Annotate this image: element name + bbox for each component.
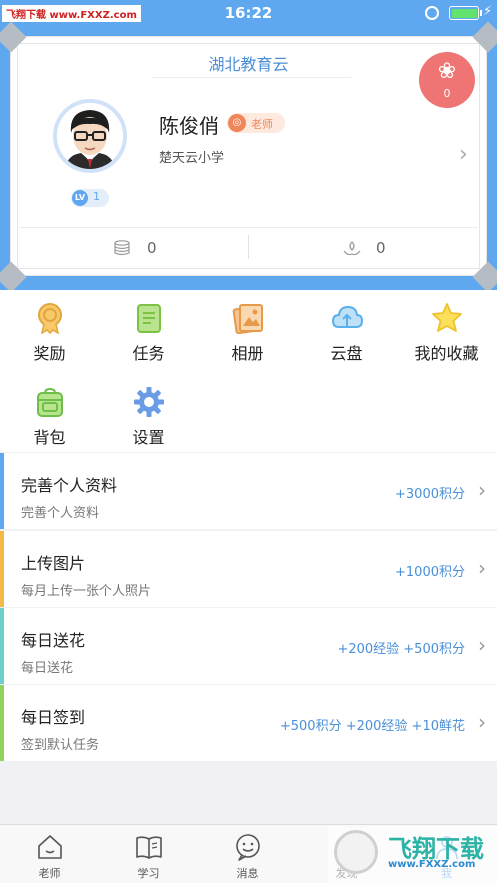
chevron-right-icon: › — [478, 710, 486, 734]
flower-badge[interactable]: ❀ 0 — [419, 52, 475, 108]
card-divider — [19, 227, 478, 228]
stat-divider — [248, 235, 249, 259]
menu-backpack-label: 背包 — [33, 428, 66, 447]
task-reward: +200经验 +500积分 — [337, 642, 465, 657]
star-icon — [431, 303, 462, 332]
task-subtitle: 签到默认任务 — [21, 738, 100, 753]
task-subtitle: 每日送花 — [21, 661, 74, 676]
menu-rewards[interactable]: 奖励 — [0, 294, 99, 364]
chat-bubble-icon — [235, 834, 260, 861]
task-subtitle: 完善个人资料 — [21, 506, 100, 521]
watermark-logo-icon — [334, 830, 378, 874]
chevron-right-icon: › — [478, 478, 486, 502]
menu-settings-label: 设置 — [132, 428, 165, 447]
task-row[interactable]: 每日送花 每日送花 +200经验 +500积分 › — [0, 608, 497, 684]
cloud-upload-icon — [331, 305, 363, 328]
chevron-right-icon: › — [478, 556, 486, 580]
menu-album[interactable]: 相册 — [198, 294, 297, 364]
feature-grid: 奖励 任务 相册 云盘 我的收藏 背包 设置 — [0, 290, 497, 452]
task-row[interactable]: 每日签到 签到默认任务 +500积分 +200经验 +10鲜花 › — [0, 685, 497, 761]
task-accent-bar — [0, 531, 4, 607]
menu-album-label: 相册 — [231, 344, 264, 363]
status-bar: 飞翔下载 www.FXXZ.com 16:22 ⚡ — [0, 0, 497, 26]
role-label: 老师 — [251, 118, 273, 131]
level-tag: LV — [72, 190, 88, 206]
medal-icon — [37, 303, 62, 334]
home-icon — [37, 835, 62, 859]
tab-study-label: 学习 — [137, 867, 160, 880]
menu-settings[interactable]: 设置 — [99, 378, 198, 448]
rotation-lock-icon — [425, 6, 439, 20]
task-title: 每日签到 — [21, 708, 86, 727]
level-badge: LV 1 — [71, 189, 109, 207]
task-reward: +3000积分 — [395, 487, 465, 502]
profile-card[interactable]: 湖北教育云 ❀ 0 LV 1 陈俊俏 ◎ 老师 楚天云小学 › 0 0 — [0, 21, 497, 293]
gear-icon — [133, 387, 164, 417]
task-accent-bar — [0, 608, 4, 684]
clipboard-icon — [136, 304, 161, 333]
avatar-icon — [57, 103, 123, 169]
menu-favorites[interactable]: 我的收藏 — [396, 294, 497, 364]
flower-icon: ❀ — [437, 59, 457, 84]
menu-backpack[interactable]: 背包 — [0, 378, 99, 448]
title-underline — [151, 77, 351, 78]
photo-album-icon — [232, 304, 263, 334]
task-accent-bar — [0, 453, 4, 529]
watermark-url: www.FXXZ.com — [388, 859, 476, 870]
status-time: 16:22 — [224, 4, 273, 22]
charging-icon: ⚡ — [483, 4, 493, 19]
flowers-received-count: 0 — [376, 239, 386, 257]
menu-tasks[interactable]: 任务 — [99, 294, 198, 364]
task-subtitle: 每月上传一张个人照片 — [21, 584, 152, 599]
tab-teacher[interactable]: 老师 — [0, 825, 99, 883]
menu-rewards-label: 奖励 — [33, 344, 66, 363]
battery-icon — [449, 6, 479, 20]
coin-stack-icon — [114, 240, 130, 256]
task-title: 上传图片 — [21, 554, 86, 573]
task-reward: +500积分 +200经验 +10鲜花 — [279, 719, 465, 734]
menu-cloud-drive[interactable]: 云盘 — [297, 294, 396, 364]
task-accent-bar — [0, 685, 4, 761]
tab-messages-label: 消息 — [236, 867, 259, 880]
card-title: 湖北教育云 — [208, 55, 289, 74]
chevron-right-icon[interactable]: › — [459, 142, 468, 167]
watermark-overlay: 飞翔下载 www.FXXZ.com — [328, 826, 497, 883]
flower-badge-count: 0 — [443, 87, 451, 100]
task-title: 完善个人资料 — [21, 476, 118, 495]
task-row[interactable]: 完善个人资料 完善个人资料 +3000积分 › — [0, 453, 497, 529]
glasses-icon: ◎ — [228, 114, 246, 132]
coin-count: 0 — [147, 239, 157, 257]
tab-messages[interactable]: 消息 — [198, 825, 297, 883]
menu-tasks-label: 任务 — [132, 344, 165, 363]
menu-favorites-label: 我的收藏 — [414, 344, 479, 363]
avatar[interactable] — [53, 99, 127, 173]
book-icon — [135, 836, 162, 859]
hand-flower-icon — [343, 241, 361, 256]
menu-cloud-drive-label: 云盘 — [330, 344, 363, 363]
tab-study[interactable]: 学习 — [99, 825, 198, 883]
task-row[interactable]: 上传图片 每月上传一张个人照片 +1000积分 › — [0, 531, 497, 607]
battery-tip — [480, 10, 482, 16]
task-reward: +1000积分 — [395, 565, 465, 580]
user-name: 陈俊俏 — [159, 114, 219, 138]
task-title: 每日送花 — [21, 631, 86, 650]
teacher-role-badge: ◎ 老师 — [227, 113, 285, 133]
tab-teacher-label: 老师 — [38, 867, 61, 880]
backpack-icon — [36, 387, 63, 417]
level-value: 1 — [93, 190, 100, 203]
chevron-right-icon: › — [478, 633, 486, 657]
school-name: 楚天云小学 — [159, 151, 225, 166]
